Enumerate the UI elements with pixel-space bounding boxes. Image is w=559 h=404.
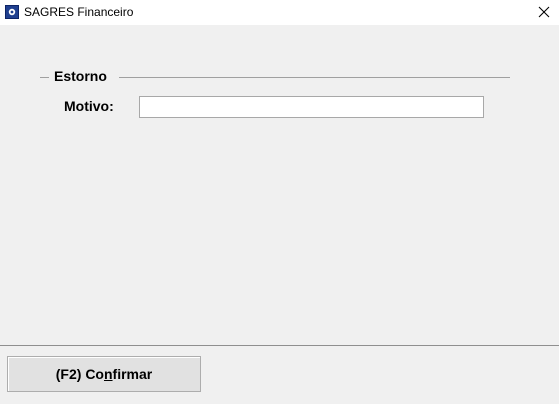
motivo-label: Motivo: <box>64 98 114 114</box>
close-icon <box>538 6 550 18</box>
close-button[interactable] <box>529 0 559 25</box>
confirm-label-mnemonic: n <box>103 366 113 382</box>
app-logo-icon <box>5 5 19 19</box>
estorno-group-title: Estorno <box>54 68 107 84</box>
groupbox-border-right <box>119 77 510 78</box>
dialog-window: SAGRES Financeiro Estorno Motivo: (F2) C… <box>0 0 559 404</box>
groupbox-border-left <box>40 77 49 78</box>
confirm-label-prefix: (F2) Co <box>55 366 104 382</box>
title-bar: SAGRES Financeiro <box>0 0 559 25</box>
footer-separator <box>0 345 559 346</box>
confirm-label-suffix: firmar <box>112 366 153 382</box>
confirm-button[interactable]: (F2) Confirmar <box>7 356 201 392</box>
window-title: SAGRES Financeiro <box>24 5 134 19</box>
motivo-input[interactable] <box>139 96 484 118</box>
